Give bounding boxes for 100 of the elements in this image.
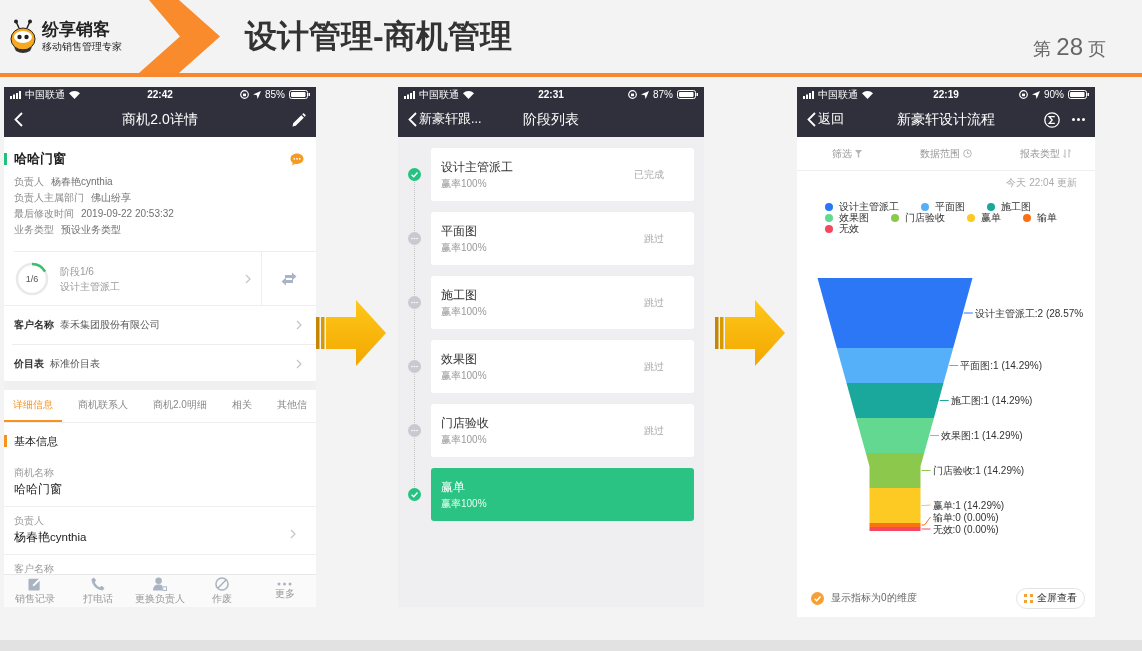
filter-icon — [854, 149, 862, 158]
leader-line — [921, 470, 931, 471]
fullscreen-button[interactable]: 全屏查看 — [1016, 587, 1085, 609]
location-arrow-icon — [253, 90, 261, 99]
back-icon[interactable] — [14, 112, 23, 127]
legend-label: 平面图 — [935, 201, 965, 212]
more-icon — [277, 582, 293, 586]
report-filter-button[interactable]: 数据范围 — [896, 137, 996, 170]
stage-status: 跳过 — [644, 359, 664, 374]
field-label: 负责人 — [14, 514, 45, 528]
leader-line — [963, 312, 974, 314]
carrier-name: 中国联通 — [818, 87, 858, 102]
leader-line — [921, 528, 931, 530]
section-title: 基本信息 — [14, 433, 58, 449]
stage-card[interactable]: 门店验收 赢率100% 跳过 — [431, 404, 694, 457]
carrier-name: 中国联通 — [25, 87, 65, 102]
pencil-icon[interactable] — [292, 112, 306, 127]
report-filter-button[interactable]: 筛选 — [797, 137, 897, 170]
signal-icon — [404, 90, 415, 99]
toolbar-button[interactable]: 作废 — [191, 575, 254, 607]
stage-progress-text: 1/6 — [25, 273, 39, 284]
location-arrow-icon — [641, 90, 649, 99]
stage-card[interactable]: 效果图 赢率100% 跳过 — [431, 340, 694, 393]
battery-percent: 87% — [653, 89, 673, 100]
screen-title: 新豪轩设计流程 — [897, 110, 995, 129]
wifi-icon — [463, 90, 474, 99]
report-filter-button[interactable]: 报表类型 — [995, 137, 1095, 170]
phone-icon — [90, 577, 105, 591]
tab[interactable]: 商机2.0明细 — [144, 390, 216, 422]
person-icon — [153, 577, 167, 591]
stage-name: 赢单 — [441, 480, 466, 495]
status-time: 22:42 — [147, 89, 173, 100]
toolbar-button[interactable]: 打电话 — [66, 575, 129, 607]
leader-line — [921, 516, 931, 526]
stage-card[interactable]: 赢单 赢率100% — [431, 468, 694, 521]
back-icon[interactable] — [807, 112, 816, 127]
checkbox-label: 显示指标为0的维度 — [831, 591, 917, 605]
status-time: 22:19 — [933, 89, 959, 100]
funnel-label: 施工图:1 (14.29%) — [950, 395, 1033, 406]
stage-status: 已完成 — [634, 167, 664, 182]
brand-tagline: 移动销售管理专家 — [42, 40, 122, 53]
sigma-icon[interactable] — [1044, 111, 1060, 128]
legend-label: 输单 — [1037, 212, 1057, 223]
status-time: 22:31 — [538, 89, 564, 100]
tab[interactable]: 详细信息 — [4, 390, 62, 422]
field-value: 哈哈门窗 — [14, 482, 63, 497]
checkbox[interactable] — [811, 591, 824, 605]
leader-line — [939, 400, 950, 401]
battery-icon — [289, 90, 310, 99]
legend-label: 效果图 — [839, 212, 869, 223]
win-rate: 赢率100% — [441, 241, 488, 255]
screen-title: 商机2.0详情 — [122, 110, 198, 129]
field-value: 泰禾集团股份有限公司 — [60, 318, 160, 332]
field-label: 负责人 — [14, 175, 44, 189]
more-icon[interactable] — [1072, 118, 1085, 121]
back-button[interactable]: 新豪轩跟... — [408, 111, 482, 128]
stage-card[interactable]: 平面图 赢率100% 跳过 — [431, 212, 694, 265]
field-value: 杨春艳cynthia — [51, 175, 113, 189]
stage-status: 跳过 — [644, 295, 664, 310]
opportunity-name: 哈哈门窗 — [14, 150, 66, 168]
tab[interactable]: 相关 — [222, 390, 261, 422]
stage-name: 设计主管派工 — [60, 279, 120, 294]
tab[interactable]: 其他信 — [267, 390, 316, 422]
chevron-right-icon — [245, 273, 251, 284]
page-title: 设计管理-商机管理 — [245, 16, 512, 56]
edit-note-icon — [28, 577, 43, 591]
stage-card[interactable]: 设计主管派工 赢率100% 已完成 — [431, 148, 694, 201]
field-value: 预设业务类型 — [61, 223, 121, 237]
back-button[interactable]: 返回 — [807, 111, 844, 128]
field-label: 业务类型 — [14, 223, 54, 237]
field-label: 商机名称 — [14, 466, 55, 480]
back-icon[interactable] — [408, 112, 417, 127]
field-value: 标准价目表 — [50, 357, 100, 371]
funnel-label: 输单:0 (0.00%) — [932, 511, 999, 523]
battery-percent: 85% — [265, 89, 285, 100]
funnel-label: 效果图:1 (14.29%) — [941, 430, 1023, 441]
battery-icon — [677, 90, 698, 99]
wifi-icon — [862, 90, 873, 99]
leader-line — [929, 435, 940, 436]
field-label: 价目表 — [14, 357, 44, 371]
legend-label: 赢单 — [981, 212, 1001, 223]
toolbar-button[interactable]: 更多 — [253, 575, 316, 607]
carrier-name: 中国联通 — [419, 87, 459, 102]
field-value: 佛山纷享 — [91, 191, 131, 205]
sort-icon — [1062, 149, 1071, 158]
accent-bar — [4, 153, 7, 165]
legend-label: 门店验收 — [905, 212, 945, 223]
leader-line — [948, 365, 959, 366]
stage-card[interactable]: 施工图 赢率100% 跳过 — [431, 276, 694, 329]
win-rate: 赢率100% — [441, 369, 488, 383]
toolbar-button[interactable]: 销售记录 — [4, 575, 67, 607]
battery-percent: 90% — [1044, 89, 1064, 100]
toolbar-button[interactable]: 更换负责人 — [128, 575, 192, 607]
stage-status: 跳过 — [644, 231, 664, 246]
field-label: 客户名称 — [14, 562, 55, 574]
fullscreen-icon — [1024, 593, 1033, 603]
tab[interactable]: 商机联系人 — [69, 390, 137, 422]
funnel-label: 平面图:1 (14.29%) — [960, 360, 1042, 371]
funnel-label: 无效:0 (0.00%) — [932, 523, 999, 535]
stage-name: 效果图 — [441, 352, 478, 367]
